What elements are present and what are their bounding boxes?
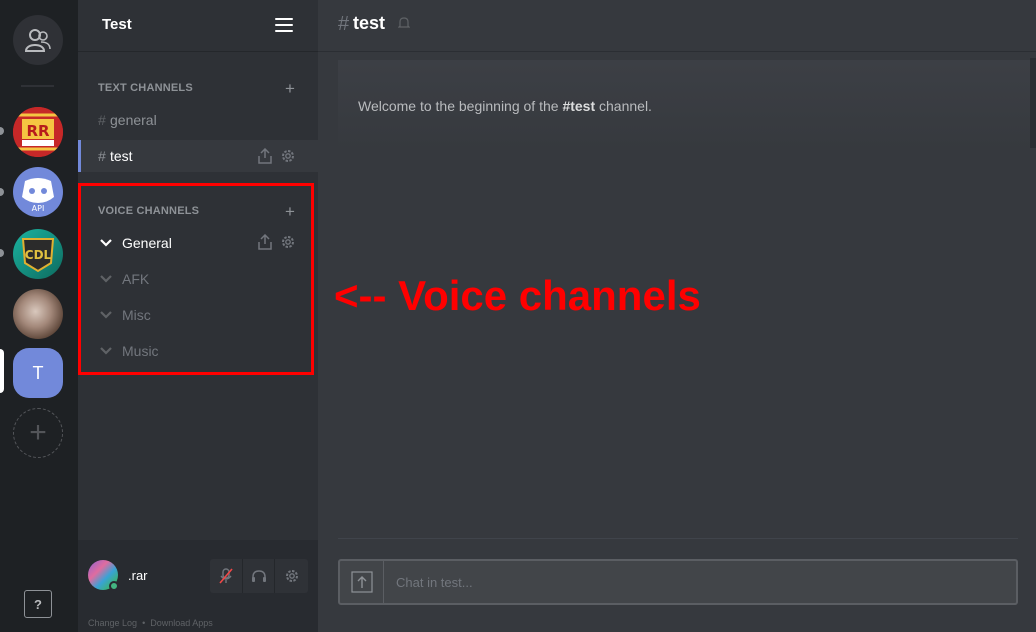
discord-logo-icon: API (22, 178, 54, 213)
server-icon-republic-of-renegades[interactable]: RR (13, 107, 63, 157)
welcome-message: Welcome to the beginning of the #test ch… (358, 98, 652, 114)
annotation-label: <-- Voice channels (334, 272, 701, 319)
mute-button[interactable] (210, 559, 243, 593)
friends-icon (24, 29, 51, 52)
headphones-icon (251, 570, 266, 582)
server-label: RR (26, 122, 50, 140)
changelog-link[interactable]: Change Log (88, 618, 137, 628)
chat-header: # test (318, 0, 1036, 52)
chat-area: # test Welcome to the beginning of the #… (318, 0, 1036, 632)
create-text-channel-icon[interactable]: + (285, 80, 295, 97)
server-unread-pip (0, 127, 4, 135)
server-unread-pip (0, 188, 4, 196)
channel-item-test[interactable]: # test (78, 140, 318, 172)
channel-name: general (110, 112, 157, 128)
gear-icon[interactable] (280, 148, 296, 164)
user-controls (210, 559, 308, 593)
download-apps-link[interactable]: Download Apps (150, 618, 213, 628)
plus-icon: + (29, 416, 47, 449)
friends-home-button[interactable] (13, 15, 63, 65)
server-label: API (32, 204, 45, 213)
upload-icon (350, 571, 373, 593)
server-icon-test[interactable]: T (13, 348, 63, 398)
help-button[interactable]: ? (24, 590, 52, 618)
username: .rar (128, 568, 148, 583)
user-settings-button[interactable] (275, 559, 308, 593)
guild-header[interactable]: Test (78, 0, 318, 52)
server-label: CDL (25, 248, 52, 262)
hash-icon: # (338, 13, 350, 35)
channel-item-general[interactable]: # general (78, 104, 318, 136)
chat-input-bar (338, 559, 1018, 605)
server-icon-photo[interactable] (13, 289, 63, 339)
server-icon-discord-api[interactable]: API (13, 167, 63, 217)
menu-icon[interactable] (275, 18, 293, 32)
hash-icon: # (98, 148, 106, 164)
channel-title: test (353, 13, 386, 33)
server-unread-pip (0, 249, 4, 257)
message-input[interactable] (384, 561, 1016, 603)
guild-name: Test (102, 16, 132, 33)
rr-logo-icon: RR (13, 107, 63, 157)
user-panel: .rar Change Log • Download Apps (78, 540, 318, 632)
divider (338, 538, 1018, 539)
footer-separator: • (142, 618, 146, 628)
deafen-button[interactable] (243, 559, 276, 593)
bell-icon[interactable] (398, 16, 410, 30)
hash-icon: # (98, 112, 106, 128)
voice-channels-highlight-box (78, 183, 314, 375)
upload-button[interactable] (340, 561, 384, 603)
active-server-indicator (0, 349, 4, 393)
footer-links: Change Log • Download Apps (88, 618, 213, 628)
microphone-muted-icon (219, 568, 233, 584)
gear-icon (285, 570, 298, 582)
server-rail: RR API CDL T + ? (0, 0, 78, 632)
active-channel-accent (78, 140, 81, 172)
welcome-channel-ref: #test (562, 98, 596, 114)
cdl-shield-icon: CDL (21, 238, 55, 273)
scrollbar[interactable] (1030, 58, 1036, 148)
help-label: ? (34, 596, 42, 612)
server-label: T (32, 362, 44, 383)
invite-icon[interactable] (258, 148, 272, 164)
channel-name: test (110, 148, 133, 164)
text-channels-header[interactable]: TEXT CHANNELS (98, 82, 193, 94)
add-server-button[interactable]: + (13, 408, 63, 458)
rail-separator (21, 85, 54, 87)
server-icon-cdl[interactable]: CDL (13, 229, 63, 279)
online-status-dot (109, 581, 119, 591)
